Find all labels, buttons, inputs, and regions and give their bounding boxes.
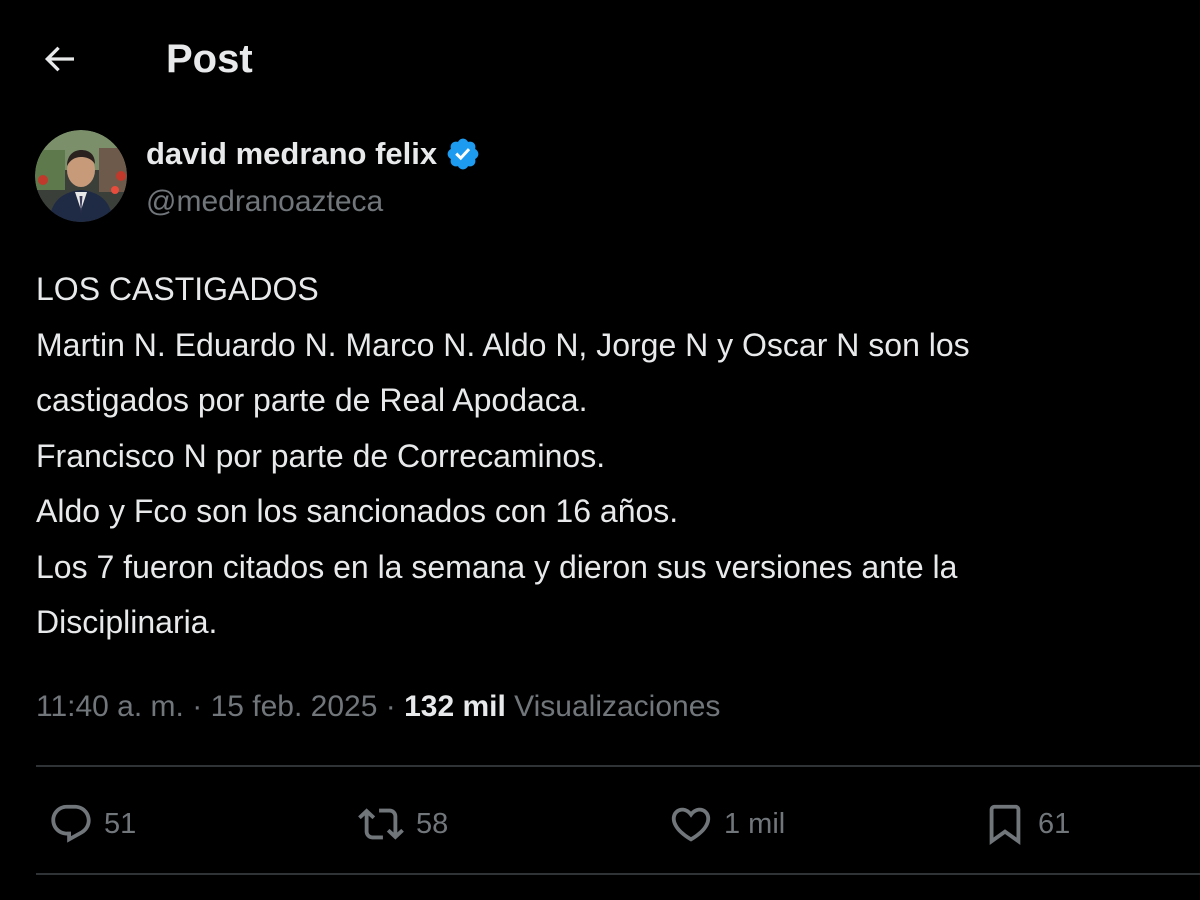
like-count: 1 mil (724, 807, 786, 840)
repost-button[interactable]: 58 (356, 796, 448, 852)
post-text-line: Los 7 fueron citados en la semana y dier… (36, 548, 958, 585)
post-text-line: Francisco N por parte de Correcaminos. (36, 437, 606, 474)
arrow-left-icon (39, 39, 79, 84)
meta-separator: · (192, 690, 203, 723)
back-button[interactable] (34, 36, 84, 86)
author-name-text: david medrano felix (146, 136, 438, 171)
reply-icon (48, 801, 94, 847)
post-date[interactable]: 15 feb. 2025 (211, 690, 378, 723)
like-button[interactable]: 1 mil (668, 796, 785, 852)
reply-button[interactable]: 51 (48, 796, 136, 852)
post-text-line: Aldo y Fco son los sancionados con 16 añ… (36, 493, 679, 529)
page-title: Post (166, 37, 253, 81)
post-header: Post (0, 0, 1200, 120)
post-text-line: castigados por parte de Real Apodaca. (36, 382, 588, 418)
bookmark-count: 61 (1038, 807, 1071, 840)
author-name[interactable]: david medrano felix (146, 134, 481, 174)
repost-count: 58 (416, 807, 449, 840)
bookmark-icon (982, 801, 1028, 847)
post-time[interactable]: 11:40 a. m. (36, 690, 184, 723)
action-bar: 51 58 1 mil 61 (0, 796, 1200, 852)
avatar[interactable] (35, 130, 127, 222)
post-text-line: LOS CASTIGADOS (36, 271, 319, 307)
bookmark-button[interactable]: 61 (982, 796, 1070, 852)
views-count[interactable]: 132 mil (404, 690, 506, 723)
divider (36, 765, 1200, 767)
post-text-line: Martin N. Eduardo N. Marco N. Aldo N, Jo… (36, 326, 970, 363)
heart-icon (668, 801, 714, 847)
divider (36, 873, 1200, 875)
repost-icon (356, 801, 406, 847)
post-text: LOS CASTIGADOS Martin N. Eduardo N. Marc… (36, 262, 1196, 651)
post-metadata: 11:40 a. m. · 15 feb. 2025 · 132 mil Vis… (36, 685, 720, 729)
post-text-line: Disciplinaria. (36, 604, 218, 640)
verified-badge-icon[interactable] (445, 136, 481, 172)
author-handle[interactable]: @medranoazteca (146, 182, 383, 222)
reply-count: 51 (104, 807, 137, 840)
views-label: Visualizaciones (514, 690, 721, 723)
meta-separator: · (385, 690, 396, 723)
